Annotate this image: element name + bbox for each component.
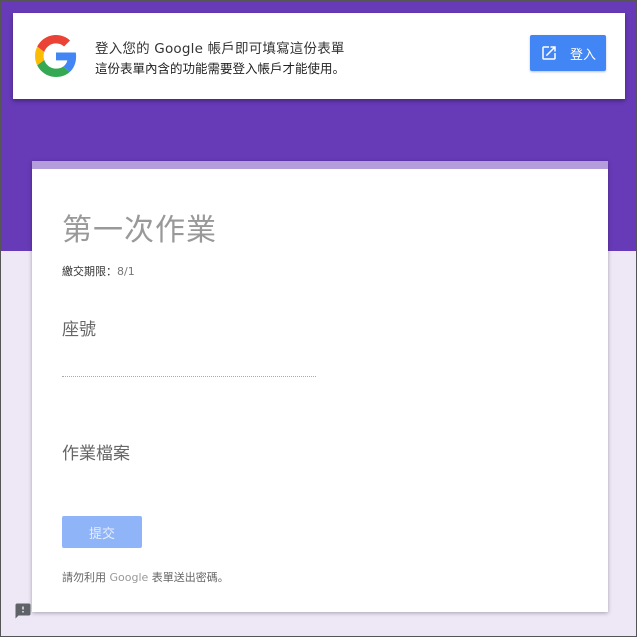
report-problem-icon[interactable] bbox=[14, 602, 32, 620]
google-g-icon bbox=[35, 35, 77, 77]
open-in-new-icon bbox=[542, 46, 556, 60]
password-warning-brand: Google bbox=[109, 571, 149, 584]
question-seat-number-label: 座號 bbox=[62, 320, 96, 340]
seat-number-input[interactable] bbox=[62, 355, 316, 377]
signin-banner-subtitle: 這份表單內含的功能需要登入帳戶才能使用。 bbox=[95, 61, 346, 76]
due-date: 8/1 bbox=[117, 265, 135, 278]
form-card: 第一次作業 繳交期限：8/1 座號 作業檔案 提交 請勿利用 Google 表單… bbox=[32, 161, 608, 612]
submit-button[interactable]: 提交 bbox=[62, 516, 142, 548]
password-warning: 請勿利用 Google 表單送出密碼。 bbox=[62, 569, 229, 585]
due-label: 繳交期限： bbox=[62, 265, 117, 278]
signin-banner-title: 登入您的 Google 帳戶即可填寫這份表單 bbox=[95, 41, 345, 57]
form-description: 繳交期限：8/1 bbox=[62, 263, 135, 279]
form-title: 第一次作業 bbox=[62, 213, 217, 248]
signin-button-label: 登入 bbox=[569, 47, 596, 63]
question-homework-file-label: 作業檔案 bbox=[62, 444, 130, 464]
signin-banner: 登入您的 Google 帳戶即可填寫這份表單 這份表單內含的功能需要登入帳戶才能… bbox=[13, 13, 625, 99]
password-warning-suffix: 表單送出密碼。 bbox=[148, 571, 229, 584]
password-warning-prefix: 請勿利用 bbox=[62, 571, 110, 584]
signin-button[interactable]: 登入 bbox=[530, 35, 606, 71]
